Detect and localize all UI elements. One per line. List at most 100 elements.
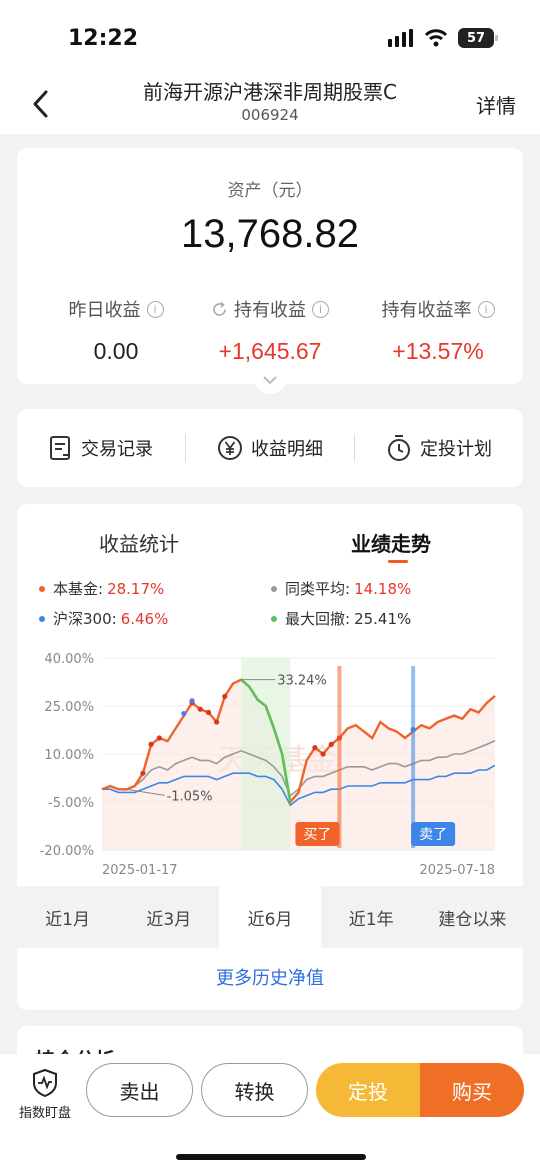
sell-marker [189,698,195,704]
period-1m[interactable]: 近1月 [17,886,118,948]
buy-marker [320,751,326,757]
sell-beam [411,666,416,848]
legend-name: 本基金: [53,580,104,598]
y-tick-label: 25.00% [44,700,94,715]
status-bar: 12:22 57 [0,0,540,76]
performance-chart[interactable]: 40.00%25.00%10.00%-5.00%-20.00%天天基金33.24… [17,644,523,880]
expand-toggle[interactable] [253,372,287,394]
buy-marker [205,709,212,715]
convert-button[interactable]: 转换 [201,1063,308,1117]
legend-fund: 本基金: 28.17% [39,578,164,599]
yen-icon [218,436,242,460]
trade-record-button[interactable]: 交易记录 [17,435,185,461]
x-tick-label: 2025-01-17 [102,863,178,878]
holding-rate: 持有收益率 i +13.57% [353,296,523,365]
timer-icon [388,435,410,461]
legend-csi300: 沪深300: 6.46% [39,608,168,629]
status-time: 12:22 [68,26,139,51]
buy-marker [214,719,220,725]
performance-card: 收益统计 业绩走势 本基金: 28.17% 同类平均: 14.18% 沪深300… [17,504,523,1010]
asset-amount: 13,768.82 [181,212,359,256]
tab-profit-stats[interactable]: 收益统计 [99,528,179,557]
legend-value: 28.17% [107,579,165,598]
asset-label: 资产（元） [227,181,313,201]
buy-tag: 买了 [303,827,331,843]
action-label: 交易记录 [81,439,153,460]
detail-link[interactable]: 详情 [476,90,516,119]
x-tick-label: 2025-07-18 [419,863,495,878]
y-tick-label: -20.00% [40,844,94,859]
stat-value: +1,645.67 [218,338,322,364]
buy-marker [156,735,162,741]
sell-button[interactable]: 卖出 [86,1063,193,1117]
yesterday-profit: 昨日收益 i 0.00 [31,296,201,365]
legend-value: 6.46% [120,609,169,628]
invest-plan-button[interactable]: 定投计划 [355,434,523,462]
buy-marker [312,745,318,751]
index-watch-button[interactable]: 指数盯盘 [12,1068,78,1121]
info-icon[interactable]: i [477,300,495,318]
record-icon [50,436,70,460]
legend-dot [271,615,277,622]
more-nav-history-link[interactable]: 更多历史净值 [17,964,523,990]
legend-name: 最大回撤: [285,610,351,628]
info-icon[interactable]: i [312,300,329,318]
legend-value: 14.18% [354,579,412,598]
buy-button[interactable]: 购买 [420,1063,524,1117]
legend-name: 同类平均: [285,580,351,598]
stat-label: 昨日收益 [68,300,141,321]
buy-beam [337,666,342,848]
action-label: 收益明细 [251,439,323,460]
tab-performance-trend[interactable]: 业绩走势 [351,528,431,557]
y-tick-label: -5.00% [48,796,94,811]
y-tick-label: 10.00% [44,748,94,763]
period-since-inception[interactable]: 建仓以来 [422,886,523,948]
sell-marker [181,711,187,717]
period-1y[interactable]: 近1年 [321,886,422,948]
nav-header: 前海开源沪港深非周期股票C 006924 详情 [0,76,540,134]
home-indicator [176,1154,366,1160]
low-annotation: -1.05% [167,789,213,804]
legend-dot [39,585,45,592]
period-6m[interactable]: 近6月 [219,886,321,948]
legend-name: 沪深300: [53,610,117,628]
tab-underline [388,560,408,563]
buy-marker [328,741,334,747]
action-row: 交易记录 收益明细 定投计划 [17,409,523,487]
asset-card: 资产（元） 13,768.82 昨日收益 i 0.00 持有收益 i +1,645.… [17,148,523,384]
fund-title: 前海开源沪港深非周期股票C [143,80,397,104]
info-icon[interactable]: i [146,300,164,318]
stat-label: 持有收益 [234,300,306,321]
refresh-icon[interactable] [211,301,228,318]
legend-category-average: 同类平均: 14.18% [271,578,411,599]
buy-marker [197,706,203,712]
battery-icon: 57 [458,28,498,48]
legend-max-drawdown: 最大回撤: 25.41% [271,608,411,629]
stat-value: +13.57% [392,338,484,364]
wifi-icon [424,29,448,47]
buy-marker [222,693,228,699]
legend-value: 25.41% [354,609,412,628]
period-selector: 近1月 近3月 近6月 近1年 建仓以来 [17,886,523,948]
signal-icon [388,29,413,47]
profit-detail-button[interactable]: 收益明细 [186,435,354,461]
bottom-bar: 指数盯盘 卖出 转换 定投 购买 [0,1054,540,1171]
chevron-down-icon [263,376,277,385]
action-label: 定投计划 [420,439,492,460]
holding-profit: 持有收益 i +1,645.67 [185,296,355,365]
period-3m[interactable]: 近3月 [118,886,219,948]
y-tick-label: 40.00% [44,652,94,667]
chart-tabs: 收益统计 业绩走势 [17,528,523,568]
auto-invest-button[interactable]: 定投 [316,1063,420,1117]
stat-value: 0.00 [93,338,139,364]
legend-dot [271,585,277,592]
buy-marker [148,741,154,747]
sell-tag: 卖了 [419,827,447,843]
peak-annotation: 33.24% [277,674,327,689]
buy-marker [140,770,146,776]
legend-dot [39,615,45,622]
watch-label: 指数盯盘 [18,1106,71,1121]
fund-code: 006924 [241,106,299,124]
stat-label: 持有收益率 [381,300,472,321]
status-icons: 57 [388,28,498,48]
